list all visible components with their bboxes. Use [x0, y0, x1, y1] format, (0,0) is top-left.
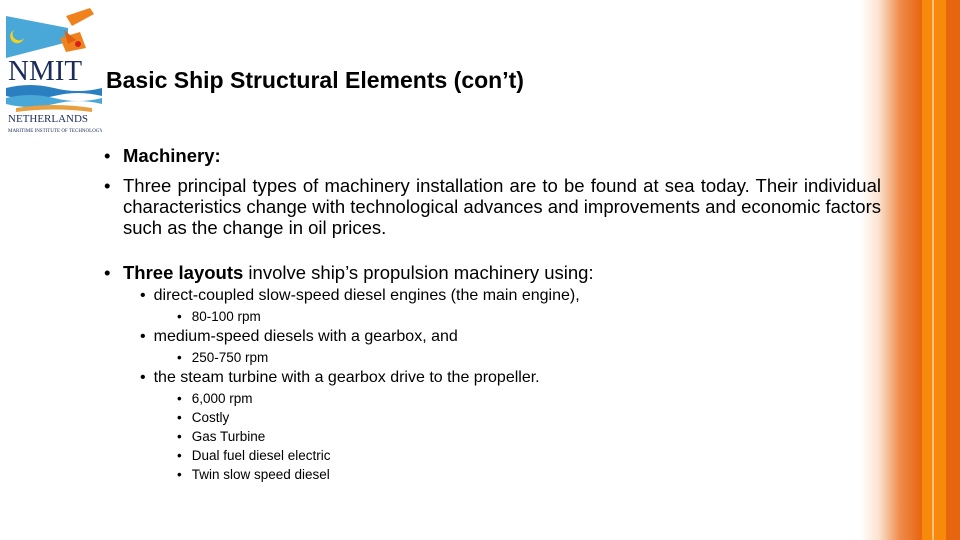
svg-text:NMIT: NMIT: [8, 55, 82, 87]
sub-bullet: • direct-coupled slow-speed diesel engine…: [140, 287, 580, 304]
sub-sub-bullet-text: Dual fuel diesel electric: [191, 448, 331, 463]
bullet-principal: Three principal types of machinery insta…: [123, 175, 881, 238]
bullet-icon: •: [104, 262, 111, 283]
bullet-icon: •: [104, 145, 111, 166]
bullet-text: Machinery:: [123, 145, 221, 166]
svg-text:MARITIME INSTITUTE OF TECHNOLO: MARITIME INSTITUTE OF TECHNOLOGY: [8, 129, 102, 134]
nmit-logo: NMIT NETHERLANDS MARITIME INSTITUTE OF T…: [6, 8, 103, 136]
bullet-icon: •: [104, 175, 111, 196]
sub-sub-bullet-text: 250-750 rpm: [191, 350, 269, 365]
sub-bullet-text: the steam turbine with a gearbox drive t…: [153, 369, 540, 386]
sub-sub-bullet: • 250-750 rpm: [177, 350, 269, 365]
sub-sub-bullet: • Gas Turbine: [177, 429, 266, 444]
sub-sub-bullet: • Dual fuel diesel electric: [177, 448, 331, 463]
highlight-line: [932, 0, 934, 540]
sub-sub-bullet: • 6,000 rpm: [177, 391, 253, 406]
sub-bullet-text: medium-speed diesels with a gearbox, and: [153, 328, 458, 345]
slide-title: Basic Ship Structural Elements (con’t): [106, 67, 524, 93]
sub-sub-bullet-text: Gas Turbine: [191, 429, 266, 444]
sub-sub-bullet-text: 6,000 rpm: [191, 391, 253, 406]
sub-sub-bullet: • 80-100 rpm: [177, 309, 261, 324]
sub-bullet-text: direct-coupled slow-speed diesel engines…: [153, 287, 580, 304]
orange-stripe-bright: [922, 0, 946, 540]
logo-subtitle: NETHERLANDS: [8, 113, 88, 125]
sub-sub-bullet-text: Costly: [191, 410, 230, 425]
sub-sub-bullet-text: 80-100 rpm: [191, 309, 261, 324]
sub-sub-bullet: • Twin slow speed diesel: [177, 467, 330, 482]
sub-sub-bullet: • Costly: [177, 410, 230, 425]
orange-gradient-band: [860, 0, 922, 540]
bullet-bold-text: Three layouts: [123, 262, 244, 283]
sub-bullet: • medium-speed diesels with a gearbox, an…: [140, 328, 458, 345]
sub-bullet: • the steam turbine with a gearbox drive …: [140, 369, 540, 386]
sub-sub-bullet-text: Twin slow speed diesel: [191, 467, 330, 482]
bullet-text: involve ship’s propulsion machinery usin…: [243, 262, 594, 283]
